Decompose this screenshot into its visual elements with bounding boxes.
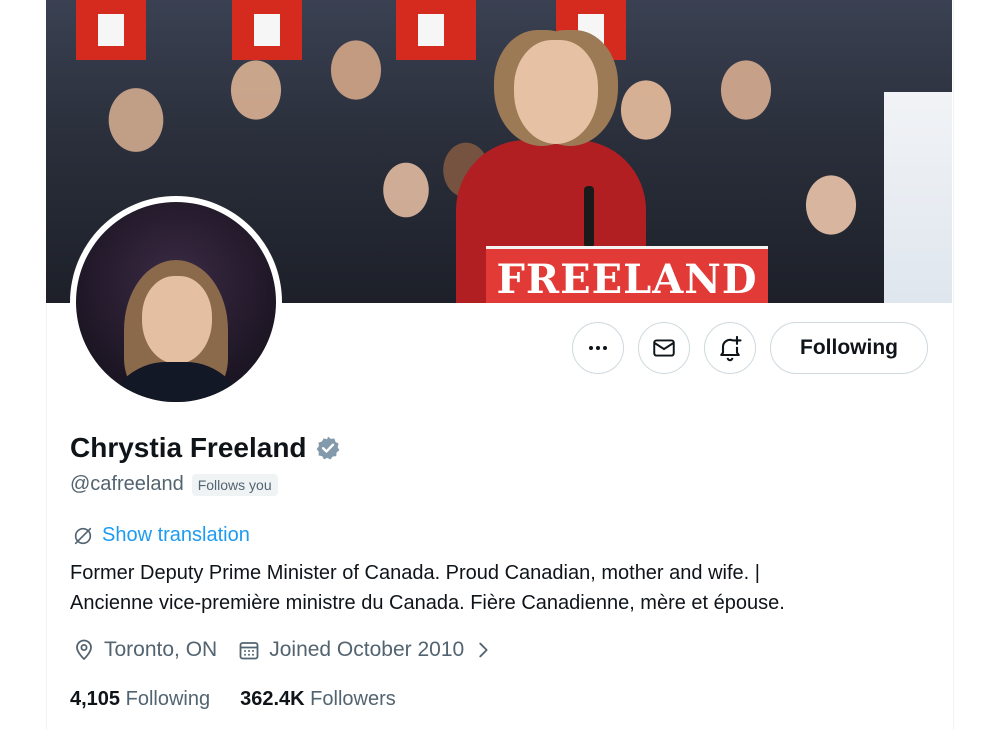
avatar[interactable]	[70, 196, 282, 408]
show-translation-link[interactable]: Show translation	[72, 524, 250, 547]
chevron-right-icon	[479, 642, 488, 658]
bio: Former Deputy Prime Minister of Canada. …	[70, 558, 930, 618]
location-text: Toronto, ON	[104, 638, 218, 661]
following-button[interactable]: Following	[770, 322, 928, 374]
followers-label: Followers	[310, 688, 396, 710]
canada-flag	[232, 0, 302, 60]
verified-badge-icon[interactable]	[315, 435, 341, 461]
bell-plus-icon	[720, 335, 742, 362]
translate-icon	[74, 527, 92, 544]
following-count: 4,105	[70, 688, 121, 710]
user-handle: @cafreeland	[70, 473, 184, 495]
following-stat[interactable]: 4,105 Following	[70, 688, 210, 711]
podium-sign: FREELAND	[486, 246, 768, 303]
podium-sign-text: FREELAND	[496, 255, 758, 303]
following-label: Following	[125, 688, 211, 710]
more-button[interactable]	[572, 322, 624, 374]
calendar-icon	[239, 642, 259, 660]
joined-date[interactable]: Joined October 2010	[237, 638, 494, 662]
display-name: Chrystia Freeland	[70, 432, 307, 463]
speaker-head	[514, 40, 598, 144]
location-pin-icon	[76, 639, 92, 660]
microphone	[584, 186, 594, 248]
follow-stats: 4,105 Following 362.4K Followers	[70, 688, 396, 711]
follows-you-badge: Follows you	[191, 473, 278, 496]
joined-text: Joined October 2010	[269, 638, 465, 661]
message-button[interactable]	[638, 322, 690, 374]
notifications-button[interactable]	[704, 322, 756, 374]
handle-row: @cafreeland Follows you	[70, 473, 278, 496]
video-screen	[884, 92, 952, 303]
avatar-image	[76, 202, 276, 402]
name-row: Chrystia Freeland	[70, 432, 341, 464]
show-translation-label[interactable]: Show translation	[102, 524, 250, 547]
envelope-icon	[653, 339, 675, 357]
more-icon	[589, 346, 607, 350]
followers-stat[interactable]: 362.4K Followers	[240, 688, 396, 711]
avatar-face	[142, 276, 212, 364]
location: Toronto, ON	[72, 638, 217, 662]
followers-count: 362.4K	[240, 688, 305, 710]
bio-line: Former Deputy Prime Minister of Canada. …	[70, 562, 760, 584]
profile-meta: Toronto, ON Joined October 2010	[72, 638, 494, 662]
canada-flag	[76, 0, 146, 60]
canada-flag	[396, 0, 476, 60]
bio-line: Ancienne vice-première ministre du Canad…	[70, 592, 785, 614]
